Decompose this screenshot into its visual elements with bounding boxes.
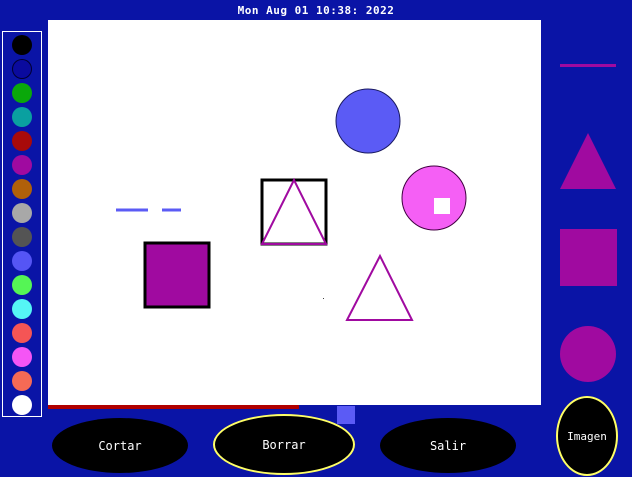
color-palette <box>2 31 42 417</box>
line-tool[interactable] <box>560 64 616 67</box>
color-swatch[interactable] <box>12 323 32 343</box>
color-swatch[interactable] <box>12 251 32 271</box>
color-swatch[interactable] <box>12 59 32 79</box>
color-swatch[interactable] <box>12 83 32 103</box>
current-color-indicator <box>337 406 355 424</box>
stray-dot <box>323 298 324 299</box>
imagen-button[interactable]: Imagen <box>556 396 618 476</box>
outlined-square <box>260 178 328 246</box>
circle-tool[interactable] <box>560 326 616 382</box>
borrar-button[interactable]: Borrar <box>213 414 355 475</box>
outlined-triangle <box>345 253 414 321</box>
color-swatch[interactable] <box>12 107 32 127</box>
salir-button[interactable]: Salir <box>380 418 516 473</box>
color-swatch[interactable] <box>12 203 32 223</box>
color-swatch[interactable] <box>12 347 32 367</box>
square-tool[interactable] <box>560 229 617 286</box>
color-swatch[interactable] <box>12 227 32 247</box>
blue-circle <box>335 88 401 154</box>
white-square <box>434 198 450 214</box>
triangle-tool[interactable] <box>560 133 616 189</box>
color-swatch[interactable] <box>12 131 32 151</box>
clock-title: Mon Aug 01 10:38: 2022 <box>237 4 395 17</box>
cortar-button[interactable]: Cortar <box>52 418 188 473</box>
drawing-surface <box>116 88 467 321</box>
progress-bar <box>48 405 299 409</box>
purple-square <box>143 241 211 309</box>
color-swatch[interactable] <box>12 179 32 199</box>
color-swatch[interactable] <box>12 155 32 175</box>
drawing-canvas[interactable] <box>48 20 541 405</box>
triangle-in-square <box>260 177 328 245</box>
color-swatch[interactable] <box>12 299 32 319</box>
color-swatch[interactable] <box>12 275 32 295</box>
color-swatch[interactable] <box>12 395 32 415</box>
color-swatch[interactable] <box>12 35 32 55</box>
color-swatch[interactable] <box>12 371 32 391</box>
